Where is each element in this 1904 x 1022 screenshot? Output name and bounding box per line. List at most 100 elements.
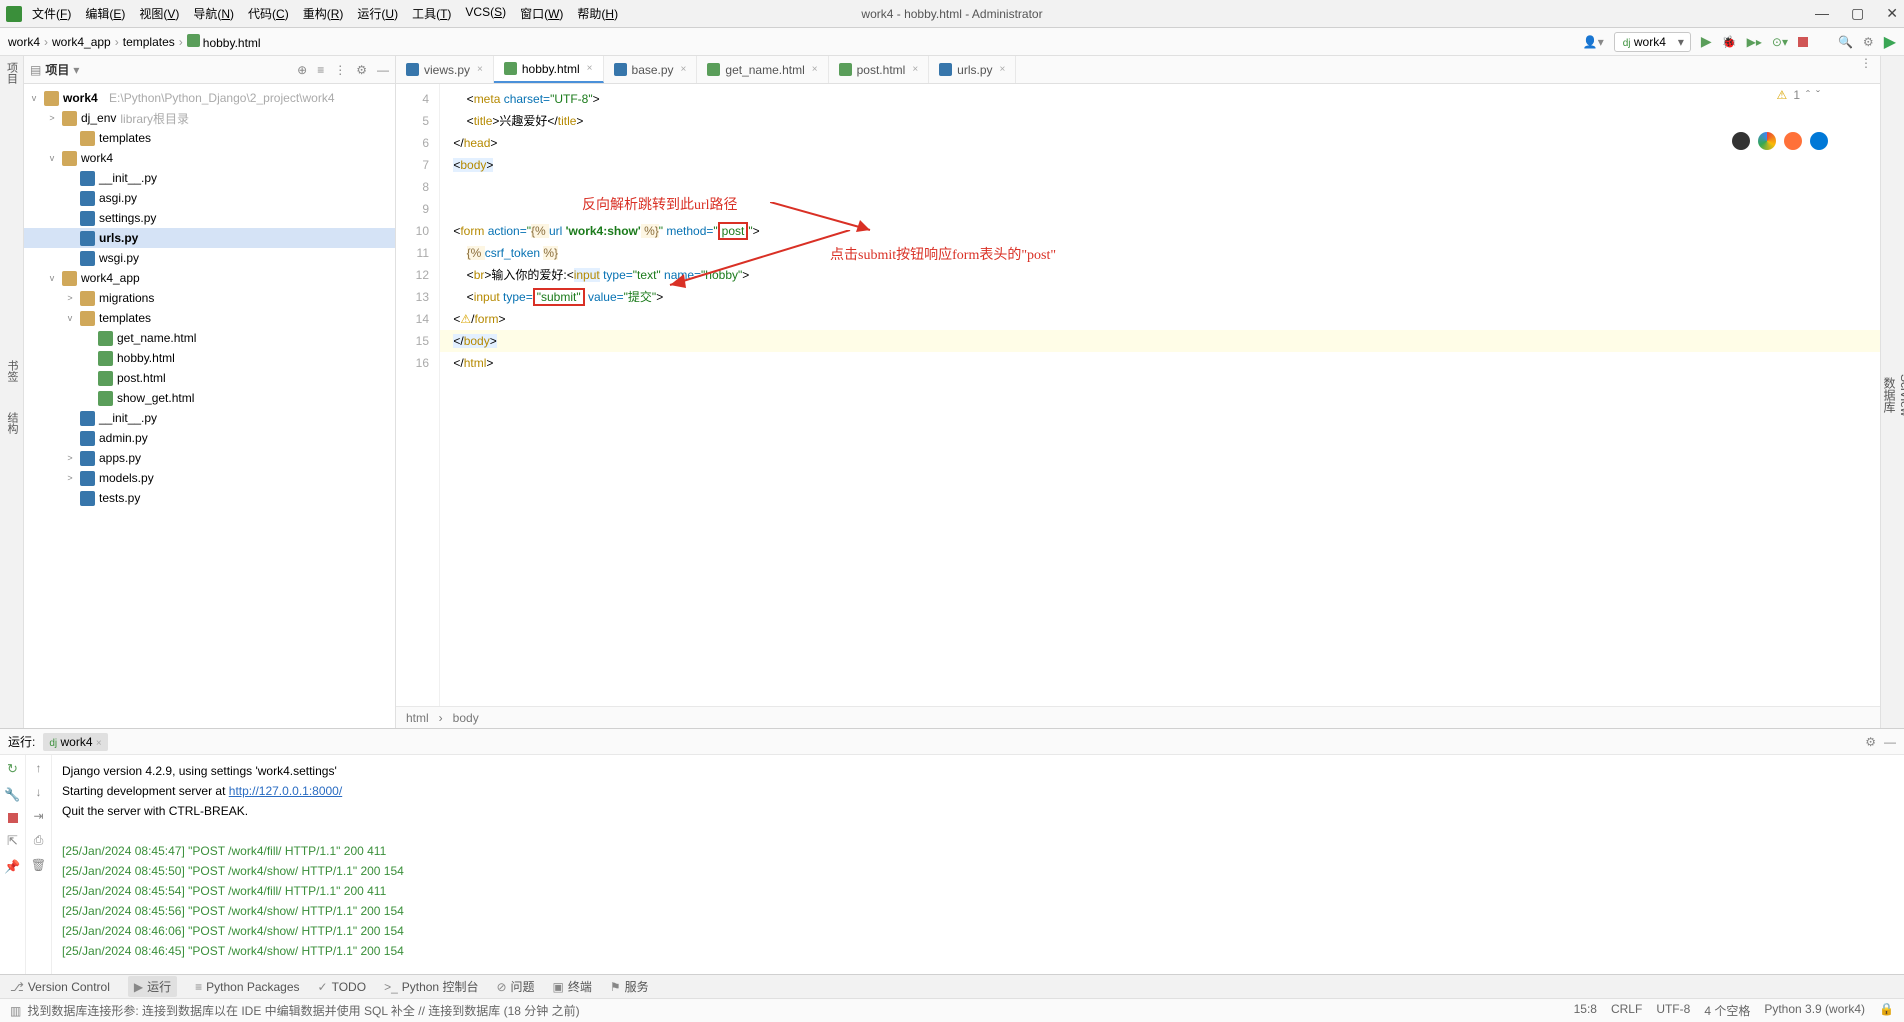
minimize-button[interactable]: —	[1815, 5, 1829, 22]
run-hide-icon[interactable]: —	[1884, 735, 1896, 749]
bottom-tool-tab[interactable]: ⎇Version Control	[10, 980, 110, 994]
down-stack-icon[interactable]: ↓	[36, 785, 42, 799]
profile-button[interactable]: ⊙▾	[1772, 35, 1788, 49]
tree-node[interactable]: vwork4_app	[24, 268, 395, 288]
tree-node[interactable]: >apps.py	[24, 448, 395, 468]
editor-tab[interactable]: urls.py×	[929, 56, 1016, 83]
up-stack-icon[interactable]: ↑	[36, 761, 42, 775]
bookmarks-tool-tab[interactable]: 书签	[4, 360, 20, 382]
scroll-end-icon[interactable]: ⎙	[34, 833, 44, 848]
collapse-all-icon[interactable]: ⋮	[334, 63, 346, 77]
bottom-tool-tab[interactable]: ⚑服务	[610, 978, 649, 995]
status-cell[interactable]: UTF-8	[1656, 1002, 1690, 1019]
editor-tab[interactable]: base.py×	[604, 56, 698, 83]
menu-item[interactable]: VCS(S)	[465, 5, 506, 22]
menu-item[interactable]: 文件(F)	[32, 5, 71, 22]
menu-item[interactable]: 工具(T)	[412, 5, 451, 22]
debug-button[interactable]: 🐞	[1722, 35, 1737, 49]
status-cell[interactable]: Python 3.9 (work4)	[1764, 1002, 1865, 1019]
crumb-html[interactable]: html	[406, 711, 429, 725]
crumb-body[interactable]: body	[453, 711, 479, 725]
rerun-button[interactable]: ↻	[7, 761, 18, 777]
more-icon[interactable]: ▶	[1884, 32, 1896, 52]
bottom-tool-tab[interactable]: ⊘问题	[496, 978, 534, 995]
tree-node[interactable]: __init__.py	[24, 168, 395, 188]
breadcrumb-item[interactable]: templates	[123, 35, 175, 49]
run-settings-icon[interactable]: ⚙	[1865, 735, 1876, 749]
menu-item[interactable]: 运行(U)	[357, 5, 398, 22]
tree-node[interactable]: >dj_env library根目录	[24, 108, 395, 128]
settings-icon[interactable]: ⚙	[1863, 35, 1874, 49]
menu-item[interactable]: 重构(R)	[303, 5, 344, 22]
clear-icon[interactable]: 🗑	[31, 858, 46, 872]
breadcrumb-item[interactable]: work4	[8, 35, 40, 49]
bottom-tool-tab[interactable]: ≡Python Packages	[195, 980, 299, 994]
tree-node[interactable]: vwork4	[24, 148, 395, 168]
console-output[interactable]: Django version 4.2.9, using settings 'wo…	[52, 755, 1904, 974]
run-tool-button[interactable]: 🔧	[4, 787, 20, 803]
editor-tab[interactable]: get_name.html×	[697, 56, 828, 83]
breadcrumb-item[interactable]: hobby.html	[187, 34, 261, 50]
firefox-icon[interactable]	[1784, 132, 1802, 150]
editor-tab[interactable]: hobby.html×	[494, 56, 604, 83]
run-pin-button[interactable]: 📌	[4, 859, 20, 875]
lock-icon[interactable]: 🔒	[1879, 1002, 1894, 1019]
right-tool-tab[interactable]: 数据库	[1881, 72, 1898, 718]
run-button[interactable]: ▶	[1701, 33, 1712, 50]
edge-icon[interactable]	[1810, 132, 1828, 150]
tree-node[interactable]: vtemplates	[24, 308, 395, 328]
breadcrumb-item[interactable]: work4_app	[52, 35, 111, 49]
tree-node[interactable]: admin.py	[24, 428, 395, 448]
status-cell[interactable]: 4 个空格	[1704, 1002, 1750, 1019]
tree-node[interactable]: show_get.html	[24, 388, 395, 408]
bottom-tool-tab[interactable]: >_Python 控制台	[384, 978, 478, 995]
tree-node[interactable]: >models.py	[24, 468, 395, 488]
tree-node[interactable]: asgi.py	[24, 188, 395, 208]
code-editor[interactable]: 45678910111213141516 ⚠1 ˆˇ 反向解析跳转到此url路径	[396, 84, 1880, 706]
code-lines[interactable]: ⚠1 ˆˇ 反向解析跳转到此url路径 点击submit按钮响应form表头的"…	[440, 84, 1880, 706]
status-cell[interactable]: CRLF	[1611, 1002, 1642, 1019]
tree-node[interactable]: >migrations	[24, 288, 395, 308]
select-opened-file-icon[interactable]: ⊕	[297, 63, 307, 77]
right-tool-tab[interactable]: SciView	[1898, 72, 1904, 718]
editor-tab[interactable]: views.py×	[396, 56, 494, 83]
stop-button[interactable]	[1798, 37, 1808, 47]
menu-item[interactable]: 导航(N)	[193, 5, 234, 22]
settings-gear-icon[interactable]: ⚙	[356, 63, 367, 77]
project-tree[interactable]: v work4 E:\Python\Python_Django\2_projec…	[24, 84, 395, 728]
tabs-more-icon[interactable]: ⋮	[1852, 56, 1880, 83]
tree-node[interactable]: templates	[24, 128, 395, 148]
tree-node[interactable]: __init__.py	[24, 408, 395, 428]
user-icon[interactable]: 👤▾	[1583, 35, 1604, 49]
bottom-tool-tab[interactable]: ✓TODO	[318, 980, 367, 994]
menu-item[interactable]: 代码(C)	[248, 5, 289, 22]
tree-node[interactable]: settings.py	[24, 208, 395, 228]
tree-node[interactable]: hobby.html	[24, 348, 395, 368]
search-icon[interactable]: 🔍	[1838, 35, 1853, 49]
maximize-button[interactable]: ▢	[1851, 5, 1864, 22]
run-stop-button[interactable]	[8, 813, 18, 823]
tree-node[interactable]: get_name.html	[24, 328, 395, 348]
status-db-icon[interactable]: ▥	[10, 1004, 21, 1018]
run-config-selector[interactable]: dj work4	[1614, 32, 1691, 52]
structure-tool-tab[interactable]: 结构	[4, 412, 20, 434]
menu-item[interactable]: 帮助(H)	[577, 5, 618, 22]
menu-item[interactable]: 窗口(W)	[520, 5, 563, 22]
inspection-badge[interactable]: ⚠1 ˆˇ	[1777, 88, 1820, 102]
menu-item[interactable]: 视图(V)	[139, 5, 179, 22]
soft-wrap-icon[interactable]: ⇥	[33, 809, 43, 823]
menu-item[interactable]: 编辑(E)	[85, 5, 125, 22]
status-cell[interactable]: 15:8	[1574, 1002, 1597, 1019]
run-config-tab[interactable]: dj work4 ×	[43, 733, 107, 751]
close-button[interactable]: ✕	[1886, 5, 1898, 22]
tree-root[interactable]: v work4 E:\Python\Python_Django\2_projec…	[24, 88, 395, 108]
pycharm-preview-icon[interactable]	[1732, 132, 1750, 150]
project-tool-tab[interactable]: 项目	[4, 62, 20, 84]
coverage-button[interactable]: ▶▸	[1747, 35, 1762, 49]
bottom-tool-tab[interactable]: ▣终端	[553, 978, 592, 995]
expand-all-icon[interactable]: ≡	[317, 63, 324, 77]
hide-panel-icon[interactable]: —	[377, 63, 389, 77]
tree-node[interactable]: urls.py	[24, 228, 395, 248]
chrome-icon[interactable]	[1758, 132, 1776, 150]
run-layout-button[interactable]: ⇱	[7, 833, 18, 849]
